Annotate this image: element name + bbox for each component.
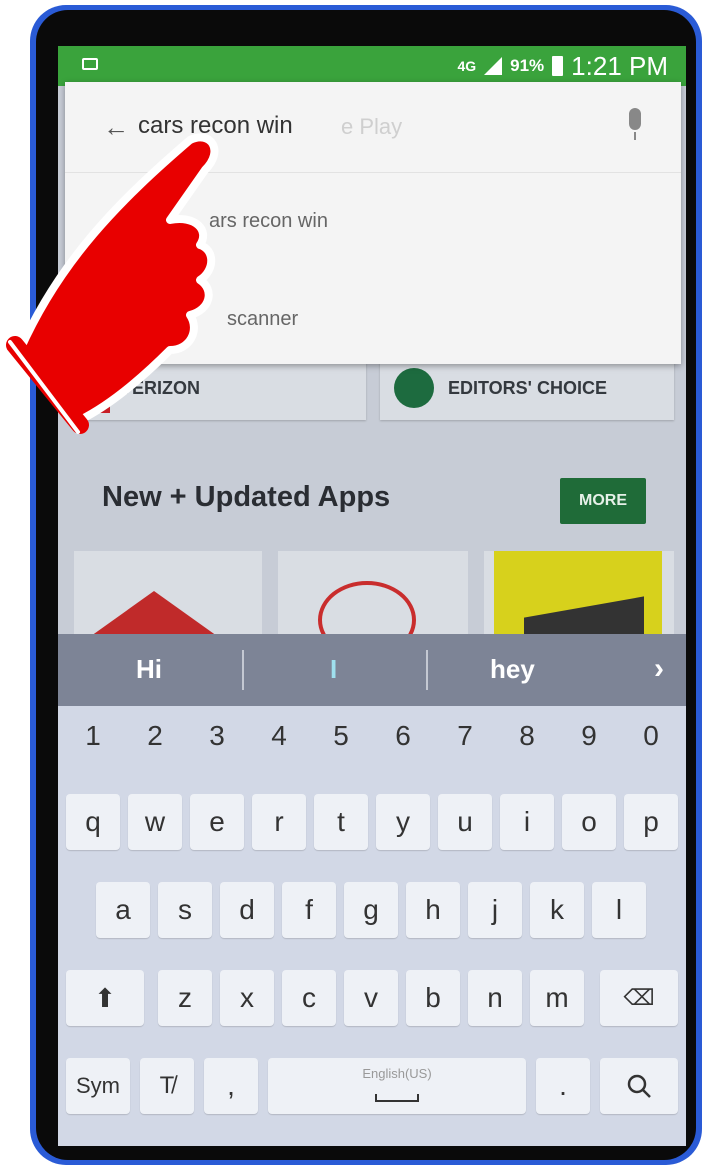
key-l[interactable]: l [592,882,646,938]
app-swirl-icon [318,581,416,641]
key-x[interactable]: x [220,970,274,1026]
key-q[interactable]: q [66,794,120,850]
key-s[interactable]: s [158,882,212,938]
key-2[interactable]: 2 [128,708,182,764]
key-h[interactable]: h [406,882,460,938]
suggestion-word[interactable]: Hi [136,654,162,685]
key-6[interactable]: 6 [376,708,430,764]
key-a[interactable]: a [96,882,150,938]
app-tile-yellow[interactable] [484,551,674,641]
editors-choice-icon [394,368,434,408]
battery-icon [552,56,564,76]
key-z[interactable]: z [158,970,212,1026]
key-8[interactable]: 8 [500,708,554,764]
suggestion-word[interactable]: hey [490,654,535,685]
magnifier-icon [627,1074,651,1098]
comma-key[interactable]: , [204,1058,258,1114]
key-1[interactable]: 1 [66,708,120,764]
key-p[interactable]: p [624,794,678,850]
key-v[interactable]: v [344,970,398,1026]
app-yellow-icon [494,551,662,641]
shift-key[interactable]: ⬆ [66,970,144,1026]
app-tile-swirl[interactable] [278,551,468,641]
period-key[interactable]: . [536,1058,590,1114]
shift-arrow-icon: ⬆ [94,982,116,1013]
key-m[interactable]: m [530,970,584,1026]
key-f[interactable]: f [282,882,336,938]
key-y[interactable]: y [376,794,430,850]
key-0[interactable]: 0 [624,708,678,764]
battery-percent: 91% [510,56,545,75]
key-c[interactable]: c [282,970,336,1026]
backspace-key[interactable]: ⌫ [600,970,678,1026]
key-n[interactable]: n [468,970,522,1026]
key-j[interactable]: j [468,882,522,938]
key-w[interactable]: w [128,794,182,850]
key-b[interactable]: b [406,970,460,1026]
sym-key[interactable]: Sym [66,1058,130,1114]
key-5[interactable]: 5 [314,708,368,764]
key-r[interactable]: r [252,794,306,850]
key-d[interactable]: d [220,882,274,938]
key-o[interactable]: o [562,794,616,850]
chevron-right-icon[interactable]: › [654,652,664,686]
suggestion-word[interactable]: I [330,654,337,685]
signal-icon [484,57,503,75]
space-icon [375,1094,419,1102]
clock: 1:21 PM [571,50,668,81]
search-hint: e Play [341,114,403,139]
keyboard: 1 2 3 4 5 6 7 8 9 0 q w e r t y u i o p … [58,706,686,1146]
handwriting-key[interactable]: T̸ [140,1058,194,1114]
key-7[interactable]: 7 [438,708,492,764]
editors-choice-card[interactable]: EDITORS' CHOICE [380,356,674,420]
key-i[interactable]: i [500,794,554,850]
key-k[interactable]: k [530,882,584,938]
key-u[interactable]: u [438,794,492,850]
key-3[interactable]: 3 [190,708,244,764]
key-e[interactable]: e [190,794,244,850]
network-type: 4G [457,58,477,74]
handwriting-pen-icon: T̸ [159,1072,175,1099]
key-g[interactable]: g [344,882,398,938]
space-language-label: English(US) [362,1066,432,1081]
phone-frame: 4G 91% 1:21 PM VERIZON EDITORS' CHOICE N… [0,0,709,1168]
keyboard-suggestion-strip: Hi I hey › [58,634,686,706]
key-9[interactable]: 9 [562,708,616,764]
app-tile-gmail[interactable] [74,551,262,641]
notification-icon [82,58,98,70]
key-4[interactable]: 4 [252,708,306,764]
search-key[interactable] [600,1058,678,1114]
editors-choice-label: EDITORS' CHOICE [448,377,607,398]
space-key[interactable]: English(US) [268,1058,526,1114]
status-bar: 4G 91% 1:21 PM [58,46,686,86]
more-button[interactable]: MORE [560,478,646,524]
key-t[interactable]: t [314,794,368,850]
section-title: New + Updated Apps [102,481,391,513]
backspace-icon: ⌫ [623,985,655,1010]
microphone-icon[interactable] [629,108,641,130]
pointing-hand-icon [6,133,219,434]
